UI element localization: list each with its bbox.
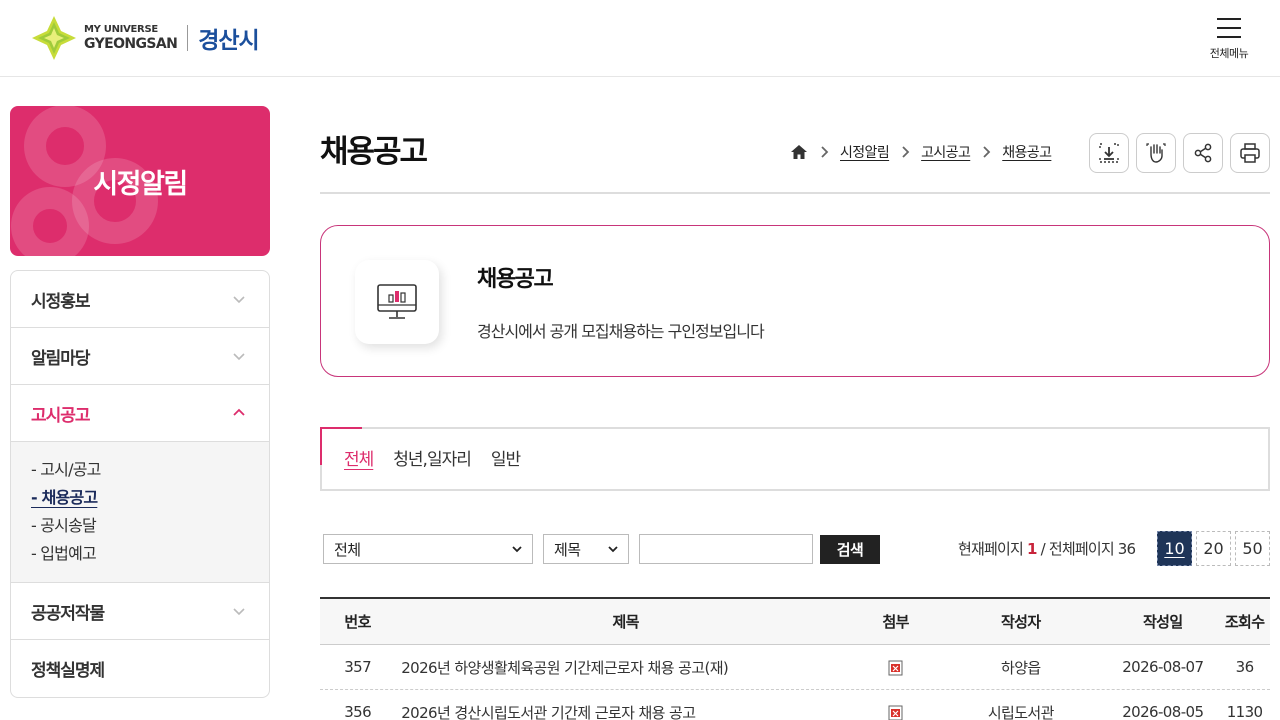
col-date: 작성일 (1142, 613, 1183, 631)
sidebar-item-public-works[interactable]: 공공저작물 (11, 583, 269, 640)
sub-item-recruitment[interactable]: - 채용공고 (31, 484, 249, 512)
page-title: 채용공고 (320, 134, 428, 170)
chevron-down-icon (512, 546, 522, 553)
page-size-50-button[interactable]: 50 (1235, 531, 1270, 566)
table-row: 357 2026년 하양생활체육공원 기간제근로자 채용 공고(재) 하양읍 2… (320, 645, 1270, 690)
category-select-value: 전체 (334, 540, 361, 559)
sub-item-notices[interactable]: - 고시/공고 (31, 456, 249, 484)
total-pages: 36 (1117, 540, 1136, 558)
row-views: 1130 (1226, 703, 1263, 720)
tab-all[interactable]: 전체 (344, 445, 374, 470)
tab-general[interactable]: 일반 (491, 445, 521, 470)
chevron-down-icon (233, 296, 245, 304)
info-title: 채용공고 (477, 267, 554, 292)
sub-item-legislation[interactable]: - 입법예고 (31, 540, 249, 568)
monitor-chart-icon (377, 284, 417, 319)
site-header: MY UNIVERSE GYEONGSAN 경산시 전체메뉴 (0, 0, 1280, 77)
breadcrumb-item-notifications[interactable]: 시정알림 (840, 142, 890, 162)
col-author: 작성자 (1000, 613, 1041, 631)
search-field-select[interactable]: 제목 (543, 534, 629, 564)
chevron-right-icon (902, 146, 910, 158)
table-row: 356 2026년 경산시립도서관 기간제 근로자 채용 공고 시립도서관 20… (320, 690, 1270, 720)
attachment-file-icon[interactable] (888, 705, 904, 720)
logo-mark-icon (30, 14, 78, 62)
chevron-down-icon (233, 608, 245, 616)
sidebar-item-promotion[interactable]: 시정홍보 (11, 271, 269, 328)
col-views: 조회수 (1224, 613, 1265, 631)
row-number: 357 (344, 658, 372, 676)
page-info: 현재페이지 1 / 전체페이지 36 (958, 540, 1136, 558)
print-button[interactable] (1230, 133, 1270, 173)
download-button[interactable] (1089, 133, 1129, 173)
attachment-file-icon[interactable] (888, 660, 904, 676)
category-select[interactable]: 전체 (323, 534, 533, 564)
logo-line1: MY UNIVERSE (84, 24, 158, 35)
logo-line2: GYEONGSAN (84, 36, 178, 52)
row-number: 356 (344, 703, 372, 720)
sub-item-public-service[interactable]: - 공시송달 (31, 512, 249, 540)
search-field-value: 제목 (554, 540, 581, 559)
row-views: 36 (1235, 658, 1254, 676)
col-number: 번호 (344, 613, 371, 631)
share-button[interactable] (1183, 133, 1223, 173)
page-size-20-button[interactable]: 20 (1196, 531, 1231, 566)
accessibility-button[interactable] (1136, 133, 1176, 173)
logo-divider (187, 25, 189, 51)
home-icon[interactable] (790, 143, 808, 161)
sidebar-item-announcements[interactable]: 고시공고 (11, 385, 269, 442)
sidebar-menu: 시정홍보 알림마당 고시공고 - 고시/공고 - 채용공고 - 공시송달 - 입… (10, 270, 270, 698)
breadcrumb: 시정알림 고시공고 채용공고 (790, 140, 1052, 164)
download-icon (1099, 143, 1119, 163)
chevron-down-icon (608, 546, 618, 553)
chevron-right-icon (821, 146, 829, 158)
printer-icon (1240, 143, 1260, 163)
row-date: 2026-08-07 (1122, 658, 1204, 676)
hamburger-icon (1217, 18, 1241, 38)
recruitment-table: 번호 제목 첨부 작성자 작성일 조회수 357 2026년 하양생활체육공원 … (320, 597, 1270, 720)
logo-city-name: 경산시 (198, 28, 259, 54)
sidebar-item-policy-names[interactable]: 정책실명제 (11, 640, 269, 697)
row-title-link[interactable]: 2026년 경산시립도서관 기간제 근로자 채용 공고 (395, 702, 856, 720)
info-box: 채용공고 경산시에서 공개 모집채용하는 구인정보입니다 (320, 225, 1270, 377)
all-menu-label: 전체메뉴 (1209, 47, 1249, 60)
row-title-link[interactable]: 2026년 하양생활체육공원 기간제근로자 채용 공고(재) (395, 657, 856, 678)
info-icon-card (355, 260, 439, 344)
all-menu-button[interactable]: 전체메뉴 (1200, 18, 1258, 68)
row-date: 2026-08-05 (1122, 703, 1204, 720)
page-size-10-button[interactable]: 10 (1157, 531, 1192, 566)
tab-youth-jobs[interactable]: 청년,일자리 (393, 445, 472, 470)
row-author: 하양읍 (1001, 658, 1041, 677)
sidebar-submenu: - 고시/공고 - 채용공고 - 공시송달 - 입법예고 (11, 442, 269, 583)
sidebar-title: 시정알림 (93, 168, 188, 200)
col-title: 제목 (612, 613, 639, 631)
sidebar-item-notice-board[interactable]: 알림마당 (11, 328, 269, 385)
col-attachment: 첨부 (882, 613, 909, 631)
breadcrumb-item-announcements[interactable]: 고시공고 (921, 142, 971, 162)
chevron-down-icon (233, 353, 245, 361)
info-description: 경산시에서 공개 모집채용하는 구인정보입니다 (477, 322, 765, 341)
share-icon (1194, 143, 1212, 163)
chevron-right-icon (983, 146, 991, 158)
hand-icon (1146, 143, 1166, 163)
row-author: 시립도서관 (987, 703, 1055, 720)
category-tabs: 전체 청년,일자리 일반 (320, 427, 1270, 491)
table-header: 번호 제목 첨부 작성자 작성일 조회수 (320, 599, 1270, 645)
chevron-up-icon (233, 408, 245, 416)
site-logo[interactable]: MY UNIVERSE GYEONGSAN 경산시 (30, 14, 260, 62)
search-input[interactable] (639, 534, 813, 564)
title-divider (320, 192, 1270, 194)
current-page: 1 (1026, 540, 1037, 558)
breadcrumb-item-recruitment[interactable]: 채용공고 (1002, 142, 1052, 162)
search-button[interactable]: 검색 (820, 535, 880, 564)
sidebar-title-banner: 시정알림 (10, 106, 270, 256)
